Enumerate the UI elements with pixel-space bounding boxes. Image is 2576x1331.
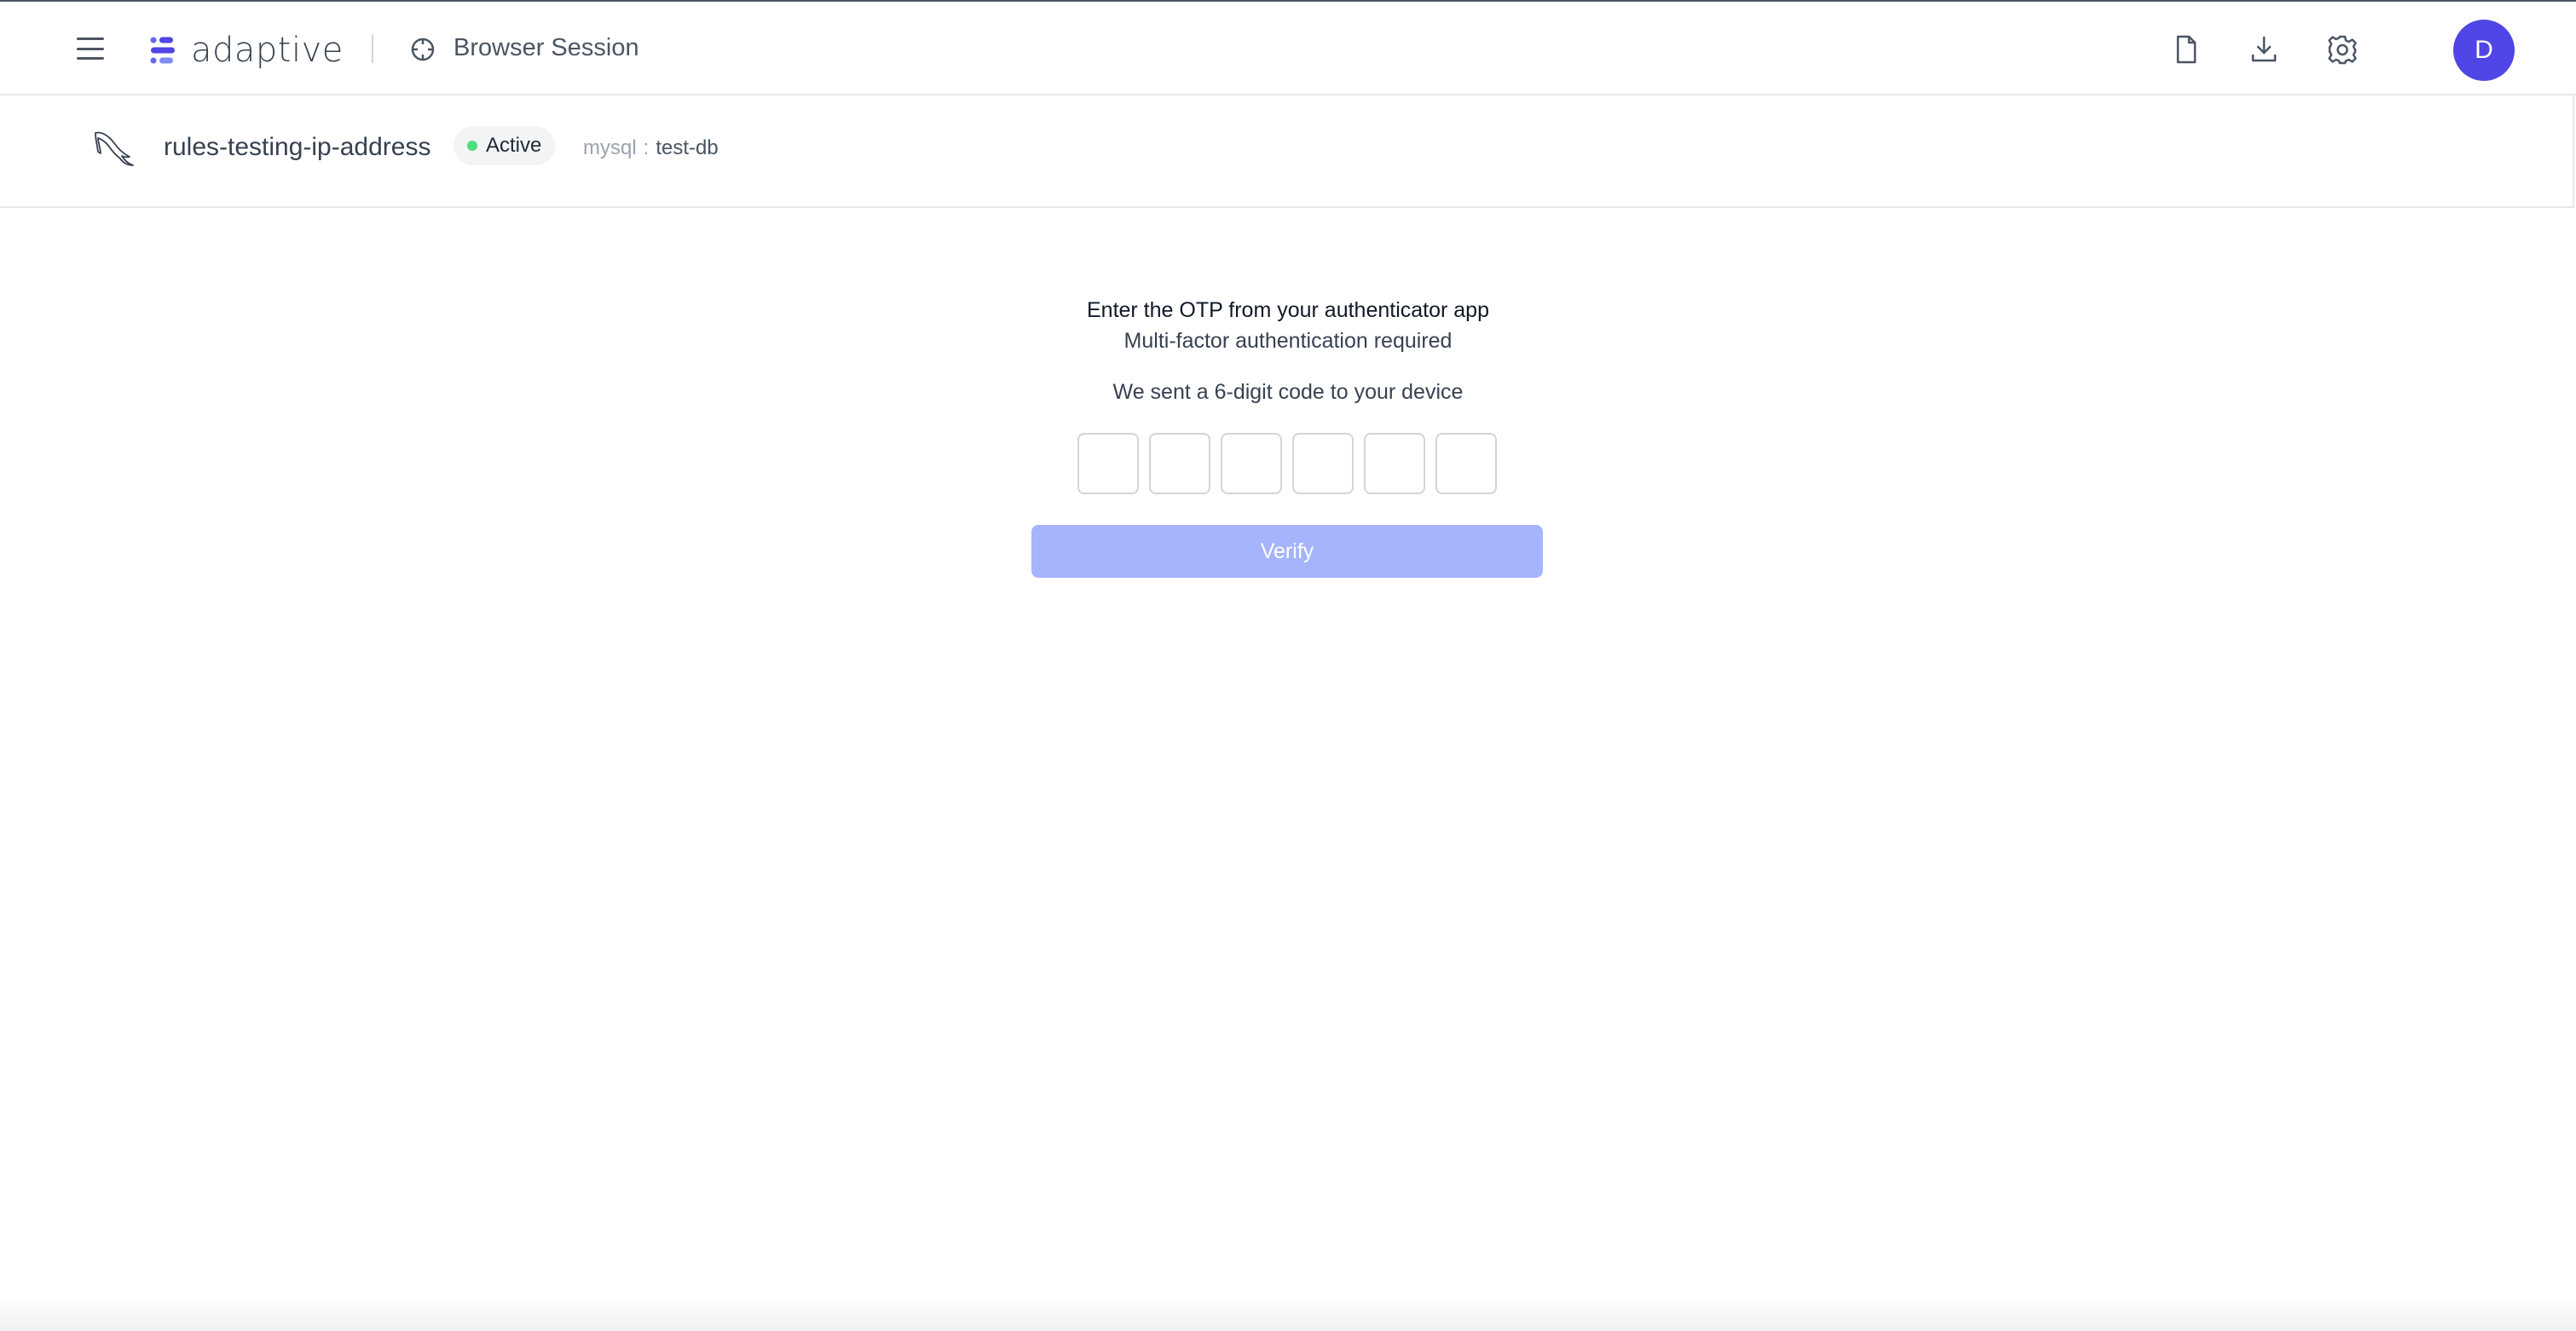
otp-digit-1[interactable] <box>1077 433 1139 494</box>
otp-input-group <box>1077 433 1497 494</box>
download-icon[interactable] <box>2247 32 2281 66</box>
otp-digit-2[interactable] <box>1149 433 1210 494</box>
otp-subtitle: Multi-factor authentication required <box>1123 329 1453 353</box>
db-type: mysql <box>583 136 637 159</box>
db-name: test-db <box>656 136 719 159</box>
header-divider <box>372 34 373 63</box>
resource-name: rules-testing-ip-address <box>164 133 431 161</box>
resource-bar: rules-testing-ip-address Active mysql: te… <box>0 95 2574 208</box>
adaptive-logo-icon <box>150 37 175 64</box>
otp-digit-6[interactable] <box>1435 433 1497 494</box>
otp-digit-4[interactable] <box>1292 433 1354 494</box>
menu-icon[interactable] <box>75 34 106 63</box>
document-icon[interactable] <box>2169 32 2203 66</box>
brand-logo[interactable]: adaptive <box>148 27 344 73</box>
otp-digit-3[interactable] <box>1221 433 1282 494</box>
otp-title: Enter the OTP from your authenticator ap… <box>1086 298 1489 322</box>
user-avatar[interactable]: D <box>2453 20 2515 81</box>
mysql-dolphin-icon <box>95 131 134 166</box>
crosshair-icon <box>411 37 435 61</box>
app-header: adaptive Browser Session D <box>0 2 2576 95</box>
status-label: Active <box>486 134 542 157</box>
status-dot <box>467 141 477 151</box>
status-badge: Active <box>453 126 556 165</box>
verify-button[interactable]: Verify <box>1031 525 1543 578</box>
bottom-fade <box>0 1297 2576 1331</box>
resource-meta: mysql: test-db <box>583 136 719 160</box>
brand-name: adaptive <box>191 31 344 70</box>
otp-sent-message: We sent a 6-digit code to your device <box>1112 380 1464 404</box>
otp-digit-5[interactable] <box>1364 433 1425 494</box>
session-label: Browser Session <box>453 34 639 61</box>
gear-icon[interactable] <box>2325 32 2359 66</box>
meta-separator: : <box>643 136 650 159</box>
